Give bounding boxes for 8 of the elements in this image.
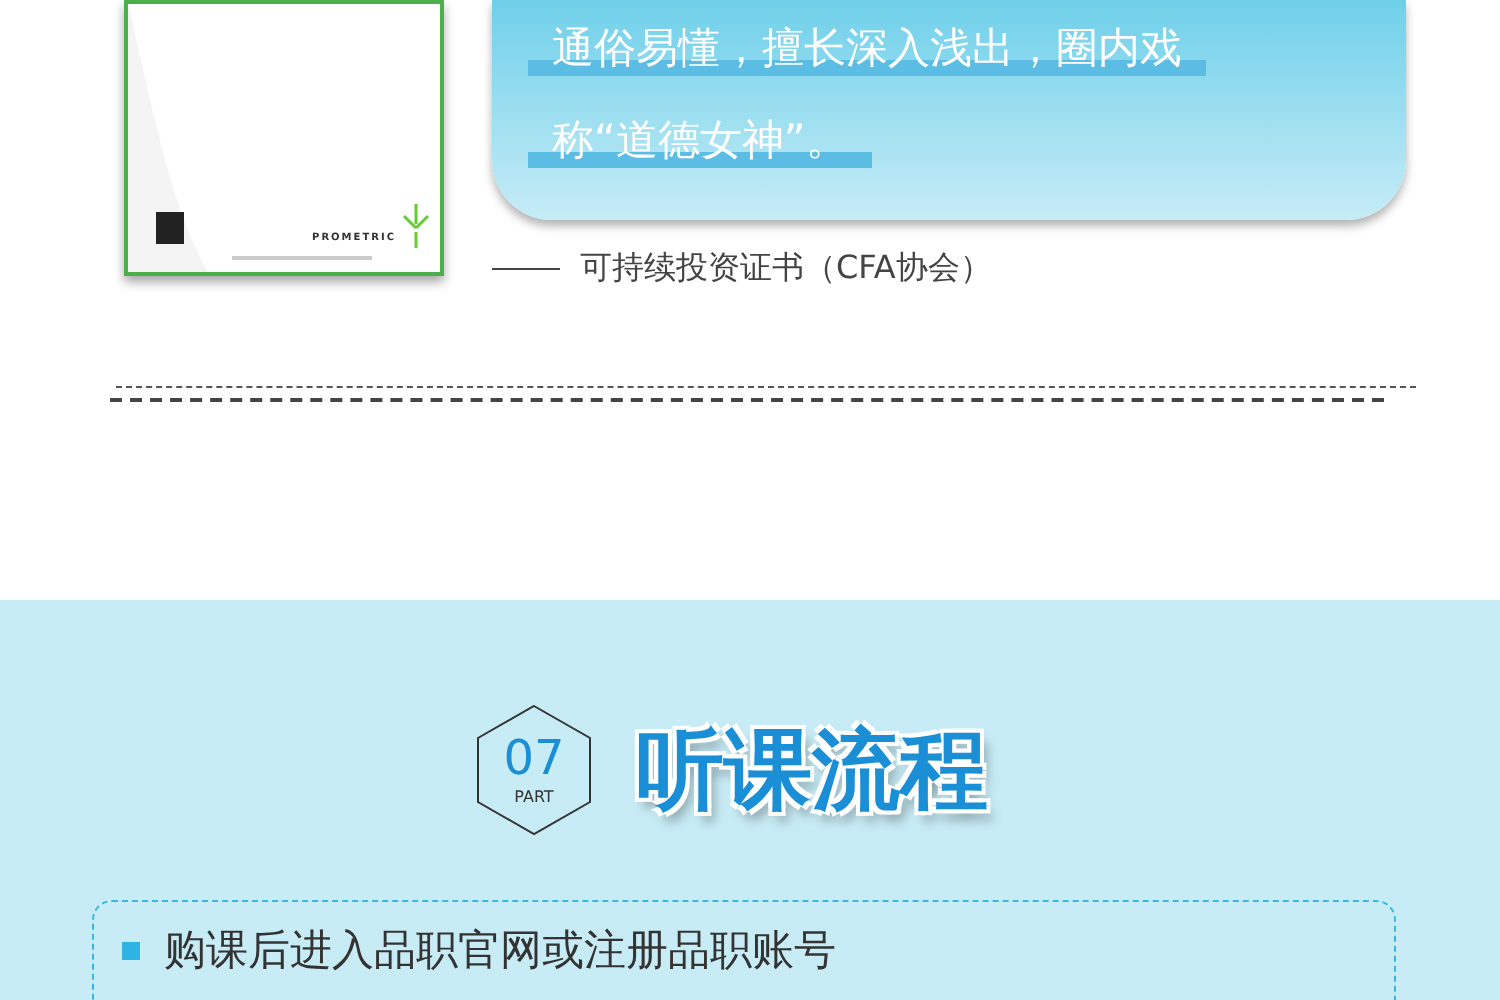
section-number: 07: [501, 732, 567, 784]
section-title: 听课流程: [636, 717, 988, 825]
hexagon-icon: [476, 704, 592, 836]
quote-source: 可持续投资证书（CFA协会）: [580, 248, 992, 290]
quote-text: 通俗易懂，擅长深入浅出，圈内戏: [528, 20, 1206, 76]
step-text: 购课后进入品职官网或注册品职账号: [164, 924, 836, 978]
section-part-label: PART: [512, 788, 556, 806]
bullet-icon: [122, 941, 140, 959]
